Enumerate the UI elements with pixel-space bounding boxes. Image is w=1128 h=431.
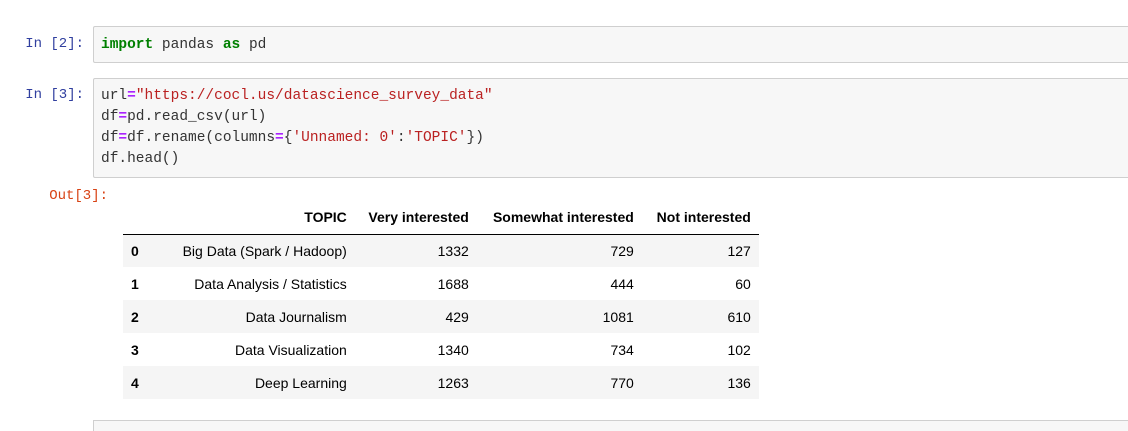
code-text: df	[101, 109, 119, 125]
code-line: df=df.rename(columns={'Unnamed: 0':'TOPI…	[101, 128, 1128, 149]
table-cell: 1263	[437, 374, 469, 391]
row-index: 4	[131, 374, 139, 391]
code-text: pd	[240, 37, 267, 53]
operator: =	[118, 109, 128, 125]
column-header: Very interested	[354, 201, 477, 235]
table-cell: 127	[727, 242, 751, 259]
table-row: 2 Data Journalism 429 1081 610	[123, 300, 759, 333]
operator: =	[127, 88, 136, 104]
code-cell-input[interactable]: url="https://cocl.us/datascience_survey_…	[93, 78, 1128, 178]
table-cell: 734	[610, 341, 634, 358]
code-text: df.rename(columns	[127, 130, 276, 146]
index-header	[123, 201, 147, 235]
table-cell: Data Visualization	[234, 341, 347, 358]
input-prompt: In [3]:	[25, 87, 84, 103]
column-header: TOPIC	[146, 201, 355, 235]
operator: =	[118, 130, 128, 146]
table-cell: 1688	[437, 275, 469, 292]
keyword: as	[222, 37, 241, 53]
code-line: import pandas as pd	[101, 35, 1128, 56]
table-cell: Data Journalism	[245, 308, 347, 325]
code-text: df.head()	[101, 151, 180, 167]
output-prompt: Out[3]:	[49, 188, 108, 204]
code-line: url="https://cocl.us/datascience_survey_…	[101, 86, 1128, 107]
table-row: 0 Big Data (Spark / Hadoop) 1332 729 127	[123, 234, 759, 267]
table-row: 3 Data Visualization 1340 734 102	[123, 333, 759, 366]
dataframe-table: TOPIC Very interested Somewhat intereste…	[123, 201, 759, 399]
code-text: pandas	[153, 37, 223, 53]
table-cell: 444	[610, 275, 634, 292]
table-cell: Deep Learning	[254, 374, 347, 391]
table-cell: 102	[727, 341, 751, 358]
operator: =	[275, 130, 284, 146]
keyword: import	[101, 37, 154, 53]
next-code-cell[interactable]	[93, 420, 1128, 431]
code-line: df.head()	[101, 149, 1128, 170]
string-literal: 'Unnamed: 0'	[292, 130, 397, 146]
row-index: 1	[131, 275, 139, 292]
string-literal: 'TOPIC'	[405, 130, 467, 146]
code-line: df=pd.read_csv(url)	[101, 107, 1128, 128]
code-text: url	[101, 88, 128, 104]
table-cell: 136	[727, 374, 751, 391]
column-header: Somewhat interested	[476, 201, 642, 235]
table-header-row: TOPIC Very interested Somewhat intereste…	[123, 201, 759, 235]
row-index: 2	[131, 308, 139, 325]
code-cell-input[interactable]: import pandas as pd	[93, 26, 1128, 63]
row-index: 0	[131, 242, 139, 259]
table-cell: 1081	[602, 308, 634, 325]
table-row: 4 Deep Learning 1263 770 136	[123, 366, 759, 399]
input-prompt: In [2]:	[25, 36, 84, 52]
code-text: pd.read_csv(url)	[127, 109, 267, 125]
code-text: df	[101, 130, 119, 146]
code-text: :	[396, 130, 406, 146]
table-cell: 1332	[437, 242, 469, 259]
table-cell: 1340	[437, 341, 469, 358]
table-cell: Data Analysis / Statistics	[194, 275, 347, 292]
code-text: })	[466, 130, 484, 146]
table-cell: 60	[735, 275, 751, 292]
table-cell: 729	[610, 242, 634, 259]
table-row: 1 Data Analysis / Statistics 1688 444 60	[123, 267, 759, 300]
row-index: 3	[131, 341, 139, 358]
string-literal: "https://cocl.us/datascience_survey_data…	[135, 88, 493, 104]
table-cell: 610	[727, 308, 751, 325]
table-cell: Big Data (Spark / Hadoop)	[182, 242, 347, 259]
table-cell: 770	[610, 374, 634, 391]
table-cell: 429	[445, 308, 469, 325]
column-header: Not interested	[641, 201, 759, 235]
